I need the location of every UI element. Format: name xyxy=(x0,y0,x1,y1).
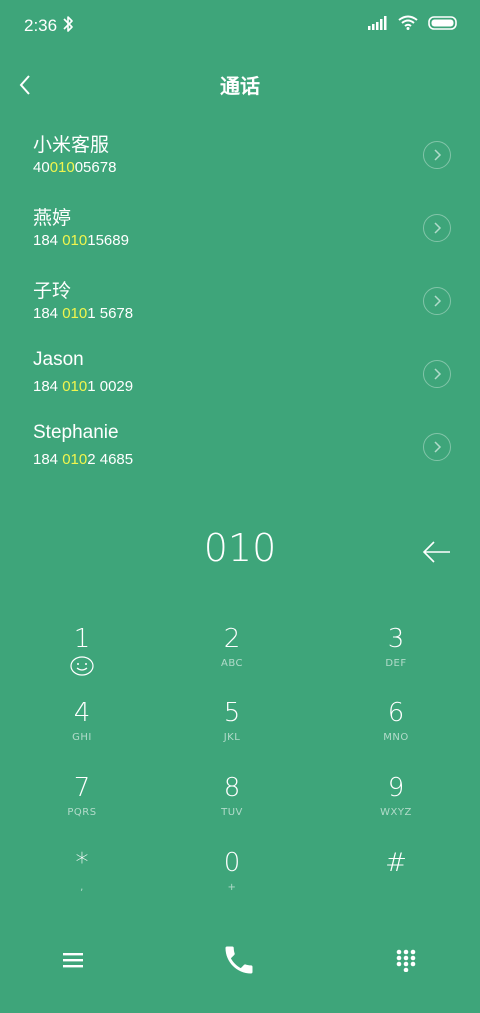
key-1[interactable]: 1 xyxy=(27,624,137,694)
key-digit: 1 xyxy=(73,624,91,654)
key-7[interactable]: 7 PQRS xyxy=(27,773,137,843)
contact-name: 燕婷 xyxy=(33,208,72,229)
key-digit: 7 xyxy=(73,773,91,803)
contact-list: 小米客服 4001005678 燕婷 184 01015689 子玲 184 0… xyxy=(0,124,480,489)
smiley-voicemail-icon xyxy=(27,655,137,681)
chevron-right-icon xyxy=(434,222,442,234)
contact-row[interactable]: Stephanie 184 0102 4685 xyxy=(0,416,480,489)
key-letters: ABC xyxy=(220,658,243,669)
key-4[interactable]: 4 GHI xyxy=(27,698,137,768)
contact-number: 184 01015689 xyxy=(33,232,129,249)
contact-name: Jason xyxy=(33,349,84,370)
key-digit: 5 xyxy=(223,698,241,728)
bottom-bar xyxy=(0,930,480,990)
page-title: 通话 xyxy=(220,74,260,98)
key-hash[interactable]: # xyxy=(341,848,451,918)
key-letters: DEF xyxy=(385,658,407,669)
signal-icon xyxy=(368,15,388,34)
dial-input[interactable]: 010 xyxy=(0,526,480,570)
key-6[interactable]: 6 MNO xyxy=(341,698,451,768)
contact-number: 184 0101 0029 xyxy=(33,378,134,395)
key-5[interactable]: 5 JKL xyxy=(177,698,287,768)
contact-detail-button[interactable] xyxy=(423,360,451,388)
dialpad-icon xyxy=(396,949,416,972)
key-digit: 9 xyxy=(387,773,405,803)
backspace-arrow-icon xyxy=(422,541,450,563)
contact-detail-button[interactable] xyxy=(423,433,451,461)
contact-number: 4001005678 xyxy=(33,159,117,176)
contact-detail-button[interactable] xyxy=(423,287,451,315)
key-digit: * xyxy=(75,848,89,878)
matched-digits: 010 xyxy=(62,232,88,249)
matched-digits: 010 xyxy=(62,305,88,322)
key-digit: # xyxy=(385,848,407,878)
contact-detail-button[interactable] xyxy=(423,141,451,169)
key-letters: , xyxy=(80,882,84,893)
header: 通话 xyxy=(0,60,480,110)
key-star[interactable]: * , xyxy=(27,848,137,918)
contact-name: 子玲 xyxy=(33,281,72,302)
call-button[interactable] xyxy=(219,940,259,980)
key-letters: WXYZ xyxy=(380,807,412,818)
menu-button[interactable] xyxy=(53,940,93,980)
matched-digits: 010 xyxy=(62,451,88,468)
status-time: 2:36 xyxy=(24,16,58,35)
key-0[interactable]: 0 + xyxy=(177,848,287,918)
contact-name: 小米客服 xyxy=(33,135,110,156)
contact-row[interactable]: 小米客服 4001005678 xyxy=(0,124,480,197)
chevron-right-icon xyxy=(434,295,442,307)
contact-row[interactable]: 子玲 184 0101 5678 xyxy=(0,270,480,343)
key-digit: 2 xyxy=(223,624,241,654)
key-digit: 0 xyxy=(223,848,241,878)
key-letters: MNO xyxy=(383,732,409,743)
contact-number: 184 0101 5678 xyxy=(33,305,134,322)
contact-row[interactable]: Jason 184 0101 0029 xyxy=(0,343,480,416)
menu-icon xyxy=(63,953,83,968)
chevron-right-icon xyxy=(434,149,442,161)
key-9[interactable]: 9 WXYZ xyxy=(341,773,451,843)
status-bar: 2:36 xyxy=(0,0,480,52)
matched-digits: 010 xyxy=(49,159,75,176)
backspace-button[interactable] xyxy=(420,538,454,566)
key-letters: + xyxy=(227,882,237,893)
wifi-icon xyxy=(398,15,418,34)
key-letters: PQRS xyxy=(67,807,97,818)
phone-call-icon xyxy=(225,946,253,974)
contact-detail-button[interactable] xyxy=(423,214,451,242)
contact-name: Stephanie xyxy=(33,422,119,443)
chevron-right-icon xyxy=(434,368,442,380)
key-letters: TUV xyxy=(221,807,243,818)
contact-row[interactable]: 燕婷 184 01015689 xyxy=(0,197,480,270)
key-digit: 4 xyxy=(73,698,91,728)
key-digit: 6 xyxy=(387,698,405,728)
matched-digits: 010 xyxy=(62,378,88,395)
bluetooth-icon xyxy=(62,14,74,38)
battery-icon xyxy=(428,15,458,34)
key-3[interactable]: 3 DEF xyxy=(341,624,451,694)
contact-number: 184 0102 4685 xyxy=(33,451,134,468)
chevron-right-icon xyxy=(434,441,442,453)
key-digit: 3 xyxy=(387,624,405,654)
key-letters: GHI xyxy=(72,732,92,743)
key-letters: JKL xyxy=(223,732,241,743)
dialpad-toggle-button[interactable] xyxy=(386,940,426,980)
key-digit: 8 xyxy=(223,773,241,803)
key-8[interactable]: 8 TUV xyxy=(177,773,287,843)
key-2[interactable]: 2 ABC xyxy=(177,624,287,694)
